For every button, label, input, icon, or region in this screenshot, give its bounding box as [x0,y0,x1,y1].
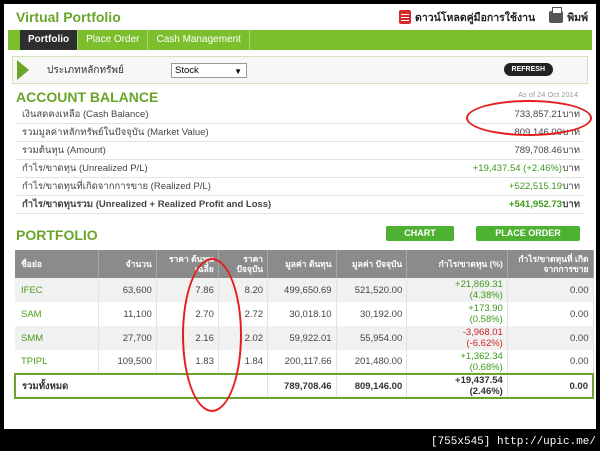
balance-unit: บาท [562,181,580,192]
balance-label: กำไร/ขาดทุน (Unrealized P/L) [22,163,148,174]
value-cell: 201,480.00 [336,350,408,374]
watermark: [755x545] http://upic.me/ [430,436,596,448]
balance-label: กำไร/ขาดทุนที่เกิดจากการขาย (Realized P/… [22,181,211,192]
tab-place-order[interactable]: Place Order [78,30,149,50]
page-frame: Virtual Portfolio ดาวน์โหลดคู่มือการใช้ง… [4,4,596,429]
col-cost[interactable]: มูลค่า ต้นทุน [267,250,337,278]
app-header: Virtual Portfolio ดาวน์โหลดคู่มือการใช้ง… [4,4,596,30]
table-header-row: ชื่อย่อ จำนวน ราคา ต้นทุนเฉลี่ย ราคา ปัจ… [15,250,594,278]
table-row: TPIPL 109,500 1.83 1.84 200,117.66 201,4… [15,350,594,374]
col-symbol[interactable]: ชื่อย่อ [15,250,99,278]
annotation-ellipse-cash [466,100,592,136]
value-cell: 30,192.00 [336,302,408,326]
annotation-ellipse-avg-cost [182,258,242,412]
table-row: IFEC 63,600 7.86 8.20 499,650.69 521,520… [15,278,594,302]
balance-unit: บาท [562,199,580,210]
qty-cell: 27,700 [98,326,157,350]
arrow-icon [17,60,29,80]
total-pl-percent: (2.46%) [469,386,503,397]
pl-cell: +1,362.34 (0.68%) [406,350,508,374]
print-link[interactable]: พิมพ์ [567,9,588,26]
symbol-link[interactable]: IFEC [15,278,99,302]
download-manual-link[interactable]: ดาวน์โหลดคู่มือการใช้งาน [415,9,535,26]
cost-cell: 200,117.66 [267,350,337,374]
pl-cell: +21,869.31 (4.38%) [406,278,508,302]
col-value[interactable]: มูลค่า ปัจจุบัน [336,250,408,278]
qty-cell: 109,500 [98,350,157,374]
cost-cell: 59,922.01 [267,326,337,350]
pdf-icon[interactable] [399,10,412,24]
nav-tabs: Portfolio Place Order Cash Management [8,30,592,50]
pl-amount: +21,869.31 [455,279,503,290]
realized-cell: 0.00 [507,350,594,374]
chevron-down-icon: ▼ [234,66,242,76]
balance-label: เงินสดคงเหลือ (Cash Balance) [22,109,149,120]
pl-percent: (0.68%) [469,361,503,373]
balance-row-total-pl: กำไร/ขาดทุนรวม (Unrealized + Realized Pr… [16,196,584,214]
portfolio-title: PORTFOLIO [16,227,98,243]
total-pl: +19,437.54 (2.46%) [406,373,508,399]
as-of-date: As of 24 Oct 2014 [517,90,578,99]
security-type-value: Stock [175,64,199,76]
total-value: 809,146.00 [336,373,408,399]
balance-value: +19,437.54 (+2.46%) [472,163,562,174]
security-type-select[interactable]: Stock ▼ [171,62,247,78]
balance-value: +522,515.19 [508,181,562,192]
pl-cell: -3,968.01 (-6.62%) [406,326,508,350]
qty-cell: 63,600 [98,278,157,302]
pl-percent: (0.58%) [469,314,503,325]
tab-cash-management[interactable]: Cash Management [148,30,250,50]
symbol-link[interactable]: SAM [15,302,99,326]
col-qty[interactable]: จำนวน [98,250,157,278]
app-title: Virtual Portfolio [16,9,121,25]
tab-portfolio[interactable]: Portfolio [20,30,79,50]
balance-value: 789,708.46 [514,145,562,156]
table-total-row: รวมทั้งหมด 789,708.46 809,146.00 +19,437… [14,373,594,399]
balance-row-unrealized: กำไร/ขาดทุน (Unrealized P/L) +19,437.54 … [16,160,584,178]
cost-cell: 30,018.10 [267,302,337,326]
col-realized[interactable]: กำไร/ขาดทุนที่ เกิดจากการขาย [507,250,594,278]
printer-icon[interactable] [549,7,564,23]
table-row: SAM 11,100 2.70 2.72 30,018.10 30,192.00… [15,302,594,326]
table-row: SMM 27,700 2.16 2.02 59,922.01 55,954.00… [15,326,594,350]
col-pl[interactable]: กำไร/ขาดทุน (%) [406,250,508,278]
total-cost: 789,708.46 [267,373,337,399]
total-pl-amount: +19,437.54 [455,375,503,386]
balance-unit: บาท [562,163,580,174]
balance-row-amount: รวมต้นทุน (Amount) 789,708.46 บาท [16,142,584,160]
security-type-label: ประเภทหลักทรัพย์ [47,64,124,76]
balance-label: รวมมูลค่าหลักทรัพย์ในปัจจุบัน (Market Va… [22,127,209,138]
value-cell: 55,954.00 [336,326,408,350]
balance-row-realized: กำไร/ขาดทุนที่เกิดจากการขาย (Realized P/… [16,178,584,196]
pl-percent: (-6.62%) [466,338,503,349]
refresh-button[interactable]: REFRESH [503,63,553,76]
portfolio-table: ชื่อย่อ จำนวน ราคา ต้นทุนเฉลี่ย ราคา ปัจ… [14,250,594,399]
chart-button[interactable]: CHART [386,226,454,241]
realized-cell: 0.00 [507,278,594,302]
symbol-link[interactable]: SMM [15,326,99,350]
qty-cell: 11,100 [98,302,157,326]
symbol-link[interactable]: TPIPL [15,350,99,374]
realized-cell: 0.00 [507,302,594,326]
value-cell: 521,520.00 [336,278,408,302]
balance-unit: บาท [562,145,580,156]
account-balance-title: ACCOUNT BALANCE [16,89,159,105]
place-order-button[interactable]: PLACE ORDER [476,226,580,241]
balance-label: รวมต้นทุน (Amount) [22,145,106,156]
balance-value: +541,952.73 [508,199,562,210]
pl-amount: +173.90 [468,303,503,314]
balance-label: กำไร/ขาดทุนรวม (Unrealized + Realized Pr… [22,199,272,210]
filter-bar: ประเภทหลักทรัพย์ Stock ▼ REFRESH [12,56,588,84]
pl-percent: (4.38%) [469,290,503,301]
realized-cell: 0.00 [507,326,594,350]
cost-cell: 499,650.69 [267,278,337,302]
pl-amount: +1,362.34 [460,350,503,362]
pl-cell: +173.90 (0.58%) [406,302,508,326]
total-realized: 0.00 [507,373,594,399]
pl-amount: -3,968.01 [462,327,503,338]
